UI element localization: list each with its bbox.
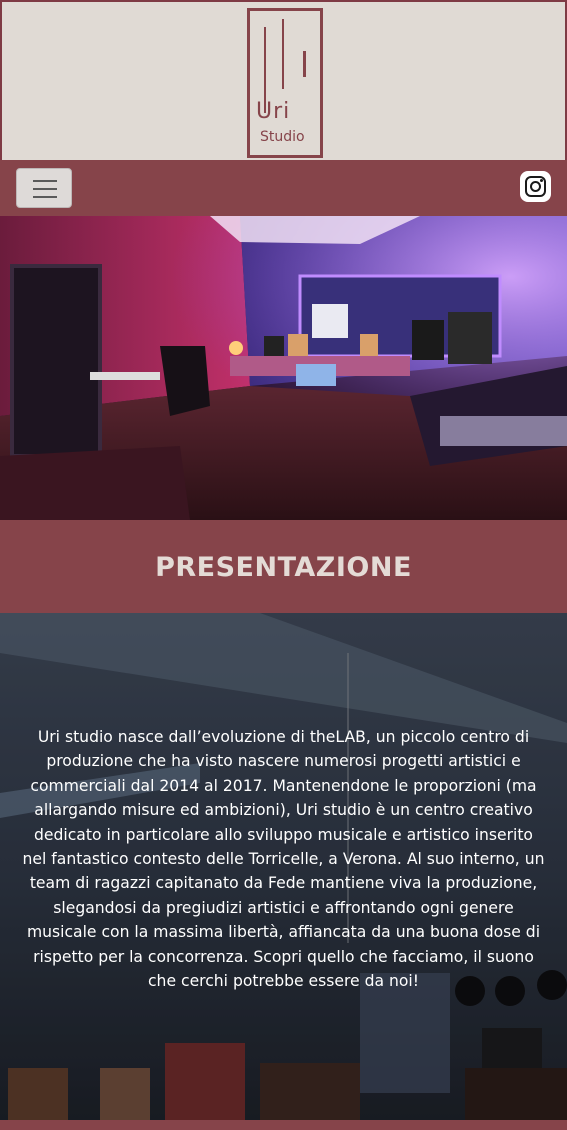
- instagram-dot: [540, 179, 543, 182]
- logo-uri-text: Uri: [256, 99, 291, 124]
- logo-stroke-i: [303, 51, 306, 77]
- hamburger-menu-icon: [33, 188, 57, 190]
- site-header: Uri Studio: [0, 0, 567, 160]
- logo-stroke-right: [282, 19, 284, 89]
- hero-studio-image: [0, 216, 567, 520]
- logo-studio-text: Studio: [260, 129, 305, 145]
- presentation-text: Uri studio nasce dall’evoluzione di theL…: [22, 728, 545, 991]
- bottom-strip: [0, 1120, 567, 1130]
- instagram-lens: [530, 181, 541, 192]
- studio-photo-illustration: [0, 216, 567, 520]
- presentation-title-band: PRESENTAZIONE: [0, 520, 567, 613]
- menu-toggle-button[interactable]: [16, 168, 72, 208]
- uri-studio-logo[interactable]: Uri Studio: [247, 8, 323, 158]
- navbar: [0, 160, 567, 216]
- hamburger-menu-icon: [33, 180, 57, 182]
- presentation-section: Uri studio nasce dall’evoluzione di theL…: [0, 613, 567, 1120]
- hamburger-menu-icon: [33, 196, 57, 198]
- instagram-icon[interactable]: [520, 171, 551, 202]
- section-title: PRESENTAZIONE: [155, 552, 412, 583]
